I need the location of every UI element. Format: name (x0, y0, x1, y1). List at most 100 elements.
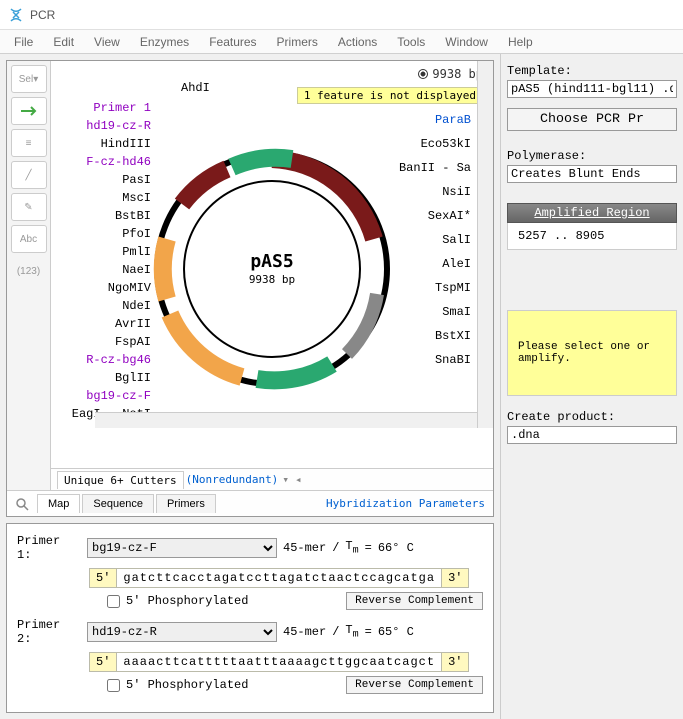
menu-enzymes[interactable]: Enzymes (130, 33, 199, 51)
primer2-mer: 45-mer (283, 625, 326, 639)
bp-value: 9938 bp (432, 67, 483, 81)
map-canvas[interactable]: 9938 bp 1 feature is not displayed pAS5 … (51, 61, 493, 476)
menu-edit[interactable]: Edit (43, 33, 84, 51)
choose-pcr-button[interactable]: Choose PCR Pr (507, 108, 677, 131)
plasmid-name: pAS5 (250, 251, 293, 272)
site-label: SmaI (442, 305, 471, 319)
amplified-region-header: Amplified Region (507, 203, 677, 223)
chevron-left-icon[interactable]: ◂ (295, 473, 302, 486)
plasmid-map-panel: Sel▾ ≡ ╱ ✎ Abc (123) 9938 bp 1 feature i… (6, 60, 494, 517)
primer1-label: Primer 1: (17, 534, 81, 562)
site-label: NdeI (57, 299, 151, 313)
site-label: AvrII (57, 317, 151, 331)
menu-primers[interactable]: Primers (267, 33, 328, 51)
menubar: File Edit View Enzymes Features Primers … (0, 30, 683, 54)
search-icon[interactable] (11, 493, 33, 515)
primer1-revcomp-button[interactable]: Reverse Complement (346, 592, 483, 610)
site-label: F-cz-hd46 (57, 155, 151, 169)
menu-file[interactable]: File (4, 33, 43, 51)
tool-abc[interactable]: Abc (11, 225, 47, 253)
primer1-phos-label: 5' Phosphorylated (126, 594, 248, 608)
cutters-tab-row: Unique 6+ Cutters (Nonredundant) ▾ ◂ (51, 468, 493, 490)
site-label: SalI (442, 233, 471, 247)
radio-icon (418, 69, 428, 79)
site-label: HindIII (57, 137, 151, 151)
primer2-revcomp-button[interactable]: Reverse Complement (346, 676, 483, 694)
right-panel: Template: Choose PCR Pr Polymerase: Ampl… (500, 54, 683, 719)
plasmid-ring: pAS5 9938 bp (122, 119, 422, 419)
site-label: ParaB (435, 113, 471, 127)
tab-map[interactable]: Map (37, 494, 80, 513)
menu-features[interactable]: Features (199, 33, 266, 51)
primer2-phos-label: 5' Phosphorylated (126, 678, 248, 692)
hybridization-link[interactable]: Hybridization Parameters (326, 497, 493, 510)
bp-indicator: 9938 bp (418, 67, 483, 81)
map-toolbar: Sel▾ ≡ ╱ ✎ Abc (123) (7, 61, 51, 516)
primer1-sequence: 5' gatcttcacctagatccttagatctaactccagcatg… (89, 568, 483, 588)
app-icon (8, 7, 24, 23)
menu-actions[interactable]: Actions (328, 33, 387, 51)
create-product-label: Create product: (507, 410, 677, 424)
plasmid-size: 9938 bp (249, 273, 295, 286)
menu-tools[interactable]: Tools (387, 33, 435, 51)
tool-arrow[interactable] (11, 97, 47, 125)
site-label: SnaBI (435, 353, 471, 367)
tool-123[interactable]: (123) (11, 257, 47, 285)
site-label: AhdI (181, 81, 210, 95)
cutters-mode[interactable]: (Nonredundant) (186, 473, 279, 486)
tab-primers[interactable]: Primers (156, 494, 216, 513)
site-label: PmlI (57, 245, 151, 259)
primer1-phos-checkbox[interactable] (107, 595, 120, 608)
primer2-label: Primer 2: (17, 618, 81, 646)
tab-sequence[interactable]: Sequence (82, 494, 154, 513)
tool-pen[interactable]: ✎ (11, 193, 47, 221)
primer1-tm: 66° C (378, 541, 414, 555)
site-label: TspMI (435, 281, 471, 295)
primer2-phos-checkbox[interactable] (107, 679, 120, 692)
primer1-mer: 45-mer (283, 541, 326, 555)
window-title: PCR (30, 8, 55, 22)
primer2-tm: 65° C (378, 625, 414, 639)
site-label: NaeI (57, 263, 151, 277)
site-label: FspAI (57, 335, 151, 349)
site-label: Eco53kI (421, 137, 471, 151)
menu-view[interactable]: View (84, 33, 130, 51)
scrollbar-vertical[interactable] (477, 61, 493, 428)
hint-box: Please select one or amplify. (507, 310, 677, 396)
chevron-down-icon[interactable]: ▾ (282, 473, 289, 486)
site-label: BanII - Sa (399, 161, 471, 175)
cutters-label: Unique 6+ Cutters (57, 471, 184, 489)
site-label: Primer 1 (57, 101, 151, 115)
site-label: NgoMIV (57, 281, 151, 295)
tool-select[interactable]: Sel▾ (11, 65, 47, 93)
template-label: Template: (507, 64, 677, 78)
tool-splice[interactable]: ≡ (11, 129, 47, 157)
warning-banner[interactable]: 1 feature is not displayed (297, 87, 483, 104)
site-label: SexAI* (428, 209, 471, 223)
site-label: AleI (442, 257, 471, 271)
site-label: PfoI (57, 227, 151, 241)
create-product-field[interactable] (507, 426, 677, 444)
polymerase-label: Polymerase: (507, 149, 677, 163)
site-label: MscI (57, 191, 151, 205)
primer2-sequence: 5' aaaacttcatttttaatttaaaagcttggcaatcagc… (89, 652, 483, 672)
site-label: BstXI (435, 329, 471, 343)
site-label: BstBI (57, 209, 151, 223)
amplified-region-value: 5257 .. 8905 (507, 223, 677, 250)
site-label: BglII (57, 371, 151, 385)
site-label: PasI (57, 173, 151, 187)
scrollbar-horizontal[interactable] (95, 412, 477, 428)
site-label: NsiI (442, 185, 471, 199)
subtabs-row: Map Sequence Primers Hybridization Param… (7, 490, 493, 516)
primer1-select[interactable]: bg19-cz-F (87, 538, 277, 558)
primer2-select[interactable]: hd19-cz-R (87, 622, 277, 642)
site-label: bg19-cz-F (57, 389, 151, 403)
site-label: R-cz-bg46 (57, 353, 151, 367)
menu-help[interactable]: Help (498, 33, 543, 51)
menu-window[interactable]: Window (435, 33, 498, 51)
primers-panel: Primer 1: bg19-cz-F 45-mer / Tm = 66° C … (6, 523, 494, 713)
template-field[interactable] (507, 80, 677, 98)
site-label: hd19-cz-R (57, 119, 151, 133)
tool-erase[interactable]: ╱ (11, 161, 47, 189)
polymerase-field[interactable] (507, 165, 677, 183)
